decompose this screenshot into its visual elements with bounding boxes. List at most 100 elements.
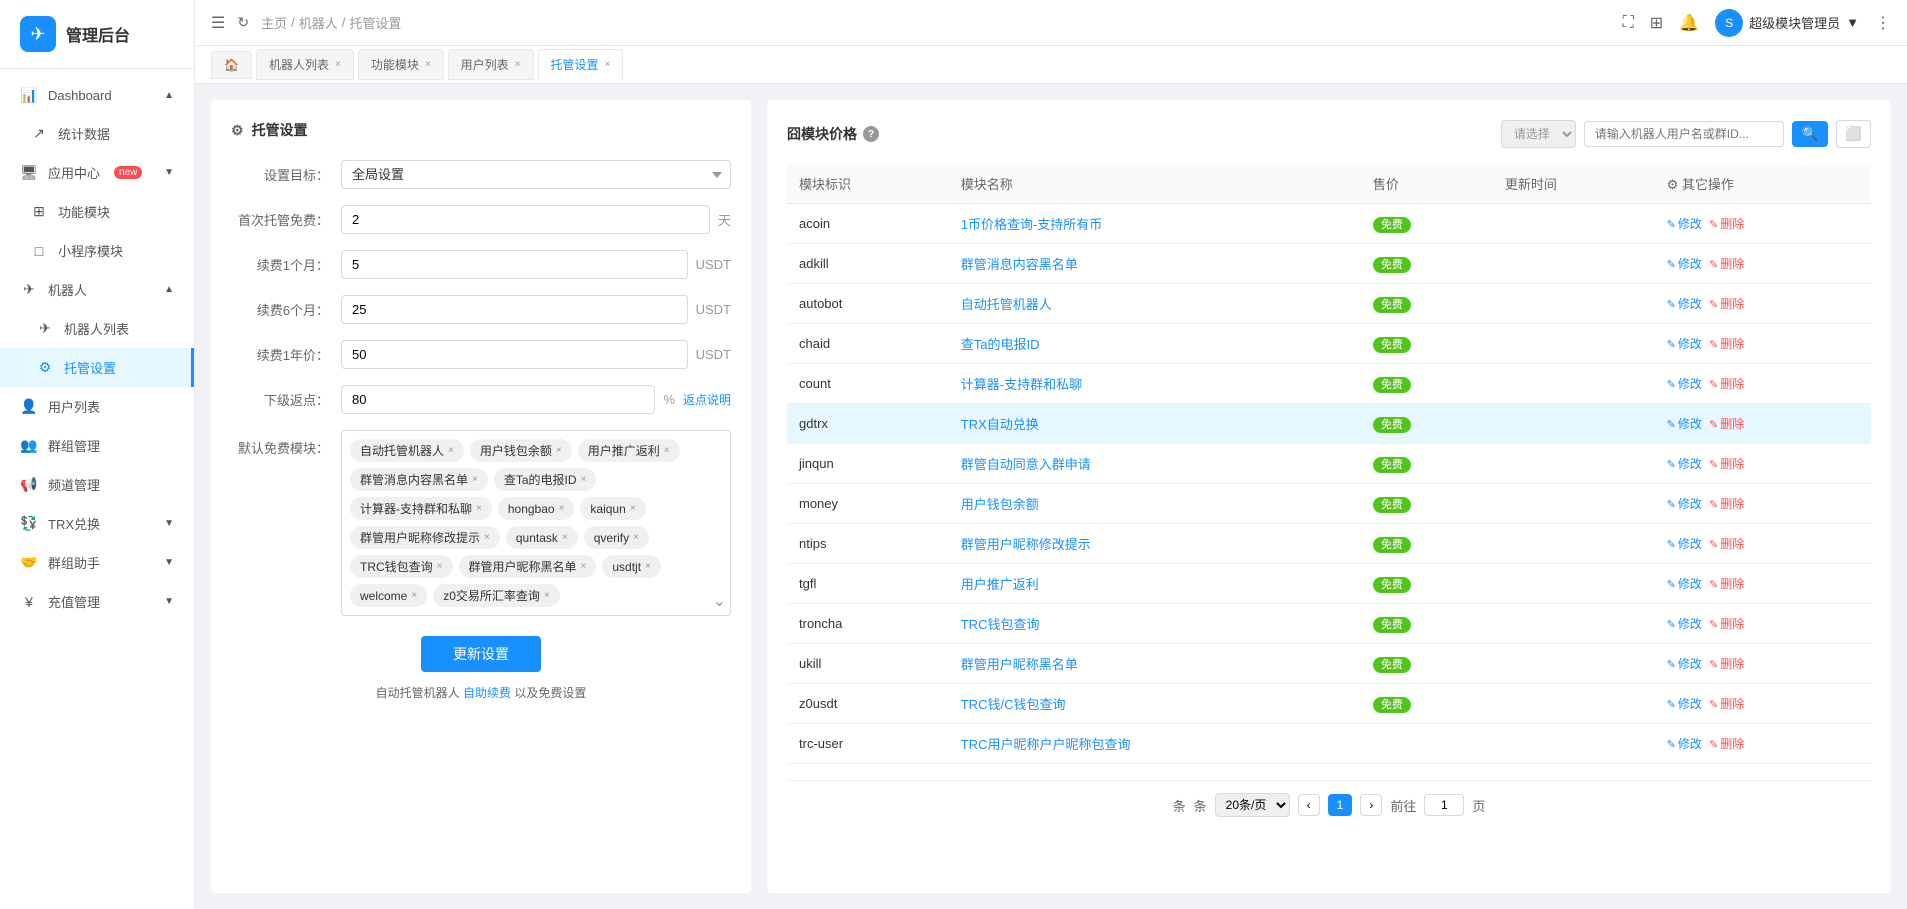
renew1y-input[interactable] xyxy=(341,340,688,369)
delete-link[interactable]: ✎删除 xyxy=(1709,257,1744,271)
tab-user-list-close[interactable]: × xyxy=(515,59,521,70)
prev-page-button[interactable]: ‹ xyxy=(1298,794,1320,816)
sidebar-item-user-list[interactable]: 👤 用户列表 xyxy=(0,387,194,426)
module-name-link[interactable]: 1币价格查询-支持所有币 xyxy=(961,217,1103,232)
bell-icon[interactable]: 🔔 xyxy=(1679,13,1699,33)
tag-count-close[interactable]: × xyxy=(476,503,482,514)
refresh-icon[interactable]: ↻ xyxy=(237,14,249,31)
tag-chaid-close[interactable]: × xyxy=(581,474,587,485)
module-name-link[interactable]: 群管消息内容黑名单 xyxy=(961,257,1078,272)
tag-trc-wallet-close[interactable]: × xyxy=(437,561,443,572)
help-icon[interactable]: ? xyxy=(863,126,879,142)
grid-icon[interactable]: ⊞ xyxy=(1650,13,1663,33)
module-name-link[interactable]: 自动托管机器人 xyxy=(961,297,1052,312)
sidebar-item-mini-module[interactable]: □ 小程序模块 xyxy=(0,231,194,270)
sidebar-item-robot-group[interactable]: ✈ 机器人 ▲ xyxy=(0,270,194,309)
edit-link[interactable]: ✎修改 xyxy=(1667,297,1702,311)
sidebar-item-recharge-mgmt[interactable]: ¥ 充值管理 ▼ xyxy=(0,582,194,621)
renew6m-input[interactable] xyxy=(341,295,688,324)
module-name-link[interactable]: 用户推广返利 xyxy=(961,577,1039,592)
user-menu[interactable]: S 超级模块管理员 ▼ xyxy=(1715,9,1859,37)
tab-robot-list-close[interactable]: × xyxy=(335,59,341,70)
tag-welcome-close[interactable]: × xyxy=(411,590,417,601)
delete-link[interactable]: ✎删除 xyxy=(1709,297,1744,311)
sidebar-item-hosting-settings[interactable]: ⚙ 托管设置 xyxy=(0,348,194,387)
module-name-link[interactable]: 群管自动同意入群申请 xyxy=(961,457,1091,472)
tab-func-module-close[interactable]: × xyxy=(425,59,431,70)
sidebar-item-group-mgmt[interactable]: 👥 群组管理 xyxy=(0,426,194,465)
edit-link[interactable]: ✎修改 xyxy=(1667,217,1702,231)
sidebar-item-stats[interactable]: ↗ 统计数据 xyxy=(0,114,194,153)
per-page-select[interactable]: 20条/页 xyxy=(1215,793,1290,817)
tag-ntips-close[interactable]: × xyxy=(484,532,490,543)
edit-link[interactable]: ✎修改 xyxy=(1667,697,1702,711)
module-name-link[interactable]: 群管用户昵称黑名单 xyxy=(961,657,1078,672)
more-icon[interactable]: ⋮ xyxy=(1875,13,1891,33)
tag-quntask-close[interactable]: × xyxy=(562,532,568,543)
edit-link[interactable]: ✎修改 xyxy=(1667,457,1702,471)
edit-link[interactable]: ✎修改 xyxy=(1667,257,1702,271)
update-settings-button[interactable]: 更新设置 xyxy=(421,636,541,672)
sidebar-item-trx-exchange[interactable]: 💱 TRX兑换 ▼ xyxy=(0,504,194,543)
edit-link[interactable]: ✎修改 xyxy=(1667,497,1702,511)
filter-select[interactable]: 请选择 xyxy=(1501,120,1576,148)
set-target-select[interactable]: 全局设置 xyxy=(341,160,731,189)
edit-link[interactable]: ✎修改 xyxy=(1667,417,1702,431)
rebate-input[interactable] xyxy=(341,385,655,414)
edit-link[interactable]: ✎修改 xyxy=(1667,657,1702,671)
tag-hongbao-close[interactable]: × xyxy=(559,503,565,514)
tag-kaiqun-close[interactable]: × xyxy=(630,503,636,514)
self-renew-link[interactable]: 自助续费 xyxy=(463,686,511,700)
search-button[interactable]: 🔍 xyxy=(1792,121,1829,147)
tag-ukill-close[interactable]: × xyxy=(581,561,587,572)
page-1-button[interactable]: 1 xyxy=(1328,794,1353,816)
delete-link[interactable]: ✎删除 xyxy=(1709,737,1744,751)
edit-link[interactable]: ✎修改 xyxy=(1667,337,1702,351)
renew1m-input[interactable] xyxy=(341,250,688,279)
tag-autobot-close[interactable]: × xyxy=(448,445,454,456)
module-name-link[interactable]: 计算器-支持群和私聊 xyxy=(961,377,1082,392)
edit-link[interactable]: ✎修改 xyxy=(1667,737,1702,751)
delete-link[interactable]: ✎删除 xyxy=(1709,617,1744,631)
tab-hosting-close[interactable]: × xyxy=(605,59,611,70)
delete-link[interactable]: ✎删除 xyxy=(1709,537,1744,551)
tab-robot-list[interactable]: 机器人列表 × xyxy=(256,49,354,80)
tab-func-module[interactable]: 功能模块 × xyxy=(358,49,444,80)
edit-link[interactable]: ✎修改 xyxy=(1667,537,1702,551)
sidebar-item-app-center[interactable]: 🖥 应用中心 new ▼ xyxy=(0,153,194,192)
tag-usdtjt-close[interactable]: × xyxy=(645,561,651,572)
delete-link[interactable]: ✎删除 xyxy=(1709,697,1744,711)
first-free-input[interactable] xyxy=(341,205,710,234)
sidebar-item-channel-mgmt[interactable]: 📢 频道管理 xyxy=(0,465,194,504)
tab-home[interactable]: 🏠 xyxy=(211,51,252,79)
delete-link[interactable]: ✎删除 xyxy=(1709,217,1744,231)
sidebar-item-dashboard[interactable]: 📊 Dashboard ▲ xyxy=(0,77,194,114)
module-name-link[interactable]: 用户钱包余额 xyxy=(961,497,1039,512)
module-name-link[interactable]: TRX自动兑换 xyxy=(961,417,1039,432)
delete-link[interactable]: ✎删除 xyxy=(1709,417,1744,431)
next-page-button[interactable]: › xyxy=(1360,794,1382,816)
rebate-link[interactable]: 返点说明 xyxy=(683,391,731,408)
module-name-link[interactable]: 查Ta的电报ID xyxy=(961,337,1040,352)
module-name-link[interactable]: 群管用户昵称修改提示 xyxy=(961,537,1091,552)
go-to-page-input[interactable] xyxy=(1424,794,1464,816)
export-button[interactable]: ⬜ xyxy=(1836,120,1871,148)
tag-money-close[interactable]: × xyxy=(556,445,562,456)
tab-user-list[interactable]: 用户列表 × xyxy=(448,49,534,80)
module-name-link[interactable]: TRC用户昵称户户昵称包查询 xyxy=(961,737,1131,752)
tag-qverify-close[interactable]: × xyxy=(633,532,639,543)
delete-link[interactable]: ✎删除 xyxy=(1709,337,1744,351)
tag-adkill-close[interactable]: × xyxy=(472,474,478,485)
delete-link[interactable]: ✎删除 xyxy=(1709,457,1744,471)
tag-tgfl-close[interactable]: × xyxy=(664,445,670,456)
delete-link[interactable]: ✎删除 xyxy=(1709,377,1744,391)
edit-link[interactable]: ✎修改 xyxy=(1667,577,1702,591)
sidebar-item-robot-list[interactable]: ✈ 机器人列表 xyxy=(0,309,194,348)
delete-link[interactable]: ✎删除 xyxy=(1709,657,1744,671)
tag-z0exchange-close[interactable]: × xyxy=(544,590,550,601)
expand-icon[interactable]: ⛶ xyxy=(1623,14,1634,32)
tab-hosting-settings[interactable]: 托管设置 × xyxy=(538,49,624,80)
menu-toggle-icon[interactable]: ☰ xyxy=(211,13,225,33)
sidebar-item-group-helper[interactable]: 🤝 群组助手 ▼ xyxy=(0,543,194,582)
module-name-link[interactable]: TRC钱/C钱包查询 xyxy=(961,697,1066,712)
